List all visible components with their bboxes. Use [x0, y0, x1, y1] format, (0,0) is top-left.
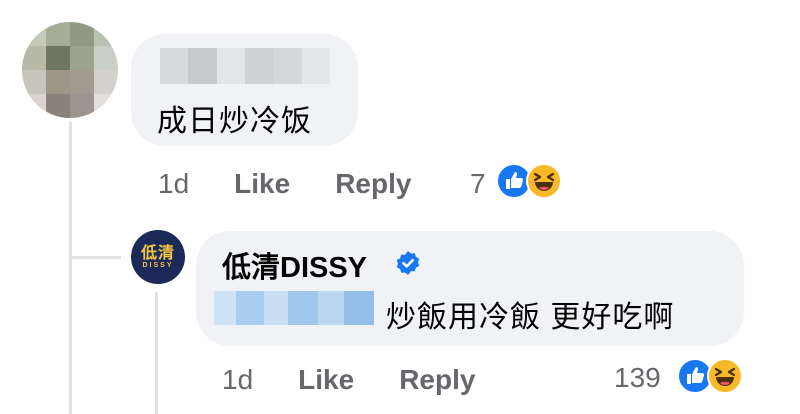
haha-icon: [707, 358, 743, 394]
dissy-logo-main: 低清: [140, 244, 175, 262]
thread-connector-branch: [69, 256, 121, 259]
comment-reply-button[interactable]: Reply: [335, 168, 411, 200]
dissy-logo-sub: DISSY: [142, 261, 174, 269]
mention-redacted[interactable]: [214, 291, 374, 325]
commenter-name-redacted[interactable]: [160, 48, 330, 84]
thread-connector-vertical: [69, 122, 72, 414]
reply-actions: 1d Like Reply: [222, 364, 475, 396]
comment-reaction-count[interactable]: 7: [470, 168, 486, 200]
reply-timestamp[interactable]: 1d: [222, 364, 253, 396]
comment-actions: 1d Like Reply: [158, 168, 411, 200]
reply-like-button[interactable]: Like: [298, 364, 354, 396]
reply-thread-connector: [155, 292, 158, 414]
reply-text: 炒飯用冷飯 更好吃啊: [386, 301, 675, 334]
reply-reply-button[interactable]: Reply: [399, 364, 475, 396]
comment-like-button[interactable]: Like: [234, 168, 290, 200]
reply-author-name[interactable]: 低清DISSY: [222, 244, 367, 286]
commenter-avatar[interactable]: [22, 22, 118, 118]
comment-reactions[interactable]: [496, 163, 562, 199]
reply-reaction-count[interactable]: 139: [614, 362, 661, 394]
reply-reactions[interactable]: [677, 358, 743, 394]
verified-badge-icon: [396, 251, 420, 275]
comment-timestamp[interactable]: 1d: [158, 168, 189, 200]
dissy-avatar[interactable]: 低清 DISSY: [131, 230, 185, 284]
comment-text: 成日炒冷饭: [157, 105, 312, 138]
haha-icon: [526, 163, 562, 199]
